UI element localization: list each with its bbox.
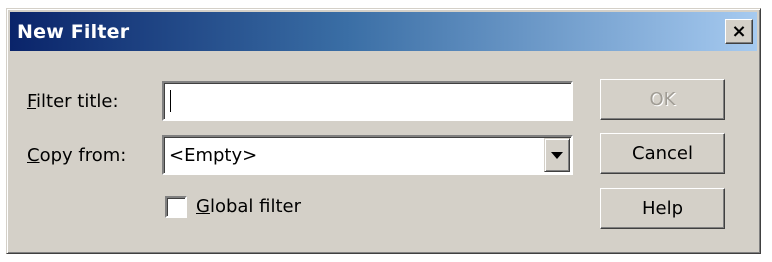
ok-button-label: OK: [649, 89, 676, 110]
help-button[interactable]: Help: [600, 188, 725, 229]
title-bar[interactable]: New Filter ×: [10, 12, 757, 51]
global-filter-accelerator: G: [196, 196, 210, 217]
copy-from-label-text: opy from:: [39, 145, 127, 166]
copy-from-label: Copy from:: [27, 145, 126, 166]
filter-title-input[interactable]: [162, 81, 573, 121]
dropdown-arrow-button[interactable]: [544, 138, 570, 172]
chevron-down-icon: [551, 151, 563, 159]
copy-from-accelerator: C: [27, 145, 40, 166]
copy-from-dropdown[interactable]: <Empty>: [162, 135, 573, 175]
help-button-label: Help: [641, 198, 684, 219]
global-filter-checkbox[interactable]: [165, 196, 187, 218]
filter-title-accelerator: F: [27, 91, 37, 112]
global-filter-label[interactable]: Global filter: [196, 196, 301, 217]
global-filter-label-text: lobal filter: [209, 196, 302, 217]
cancel-button-label: Cancel: [632, 143, 693, 164]
new-filter-dialog: New Filter × Filter title: Copy from: <E…: [6, 8, 761, 254]
close-icon: ×: [731, 20, 747, 42]
cancel-button[interactable]: Cancel: [600, 133, 725, 174]
copy-from-selected-value: <Empty>: [169, 145, 258, 166]
text-caret: [170, 90, 171, 112]
dialog-title: New Filter: [17, 21, 130, 43]
filter-title-label-text: ilter title:: [36, 91, 119, 112]
filter-title-label: Filter title:: [27, 91, 119, 112]
ok-button[interactable]: OK: [600, 79, 725, 120]
close-button[interactable]: ×: [725, 19, 753, 44]
